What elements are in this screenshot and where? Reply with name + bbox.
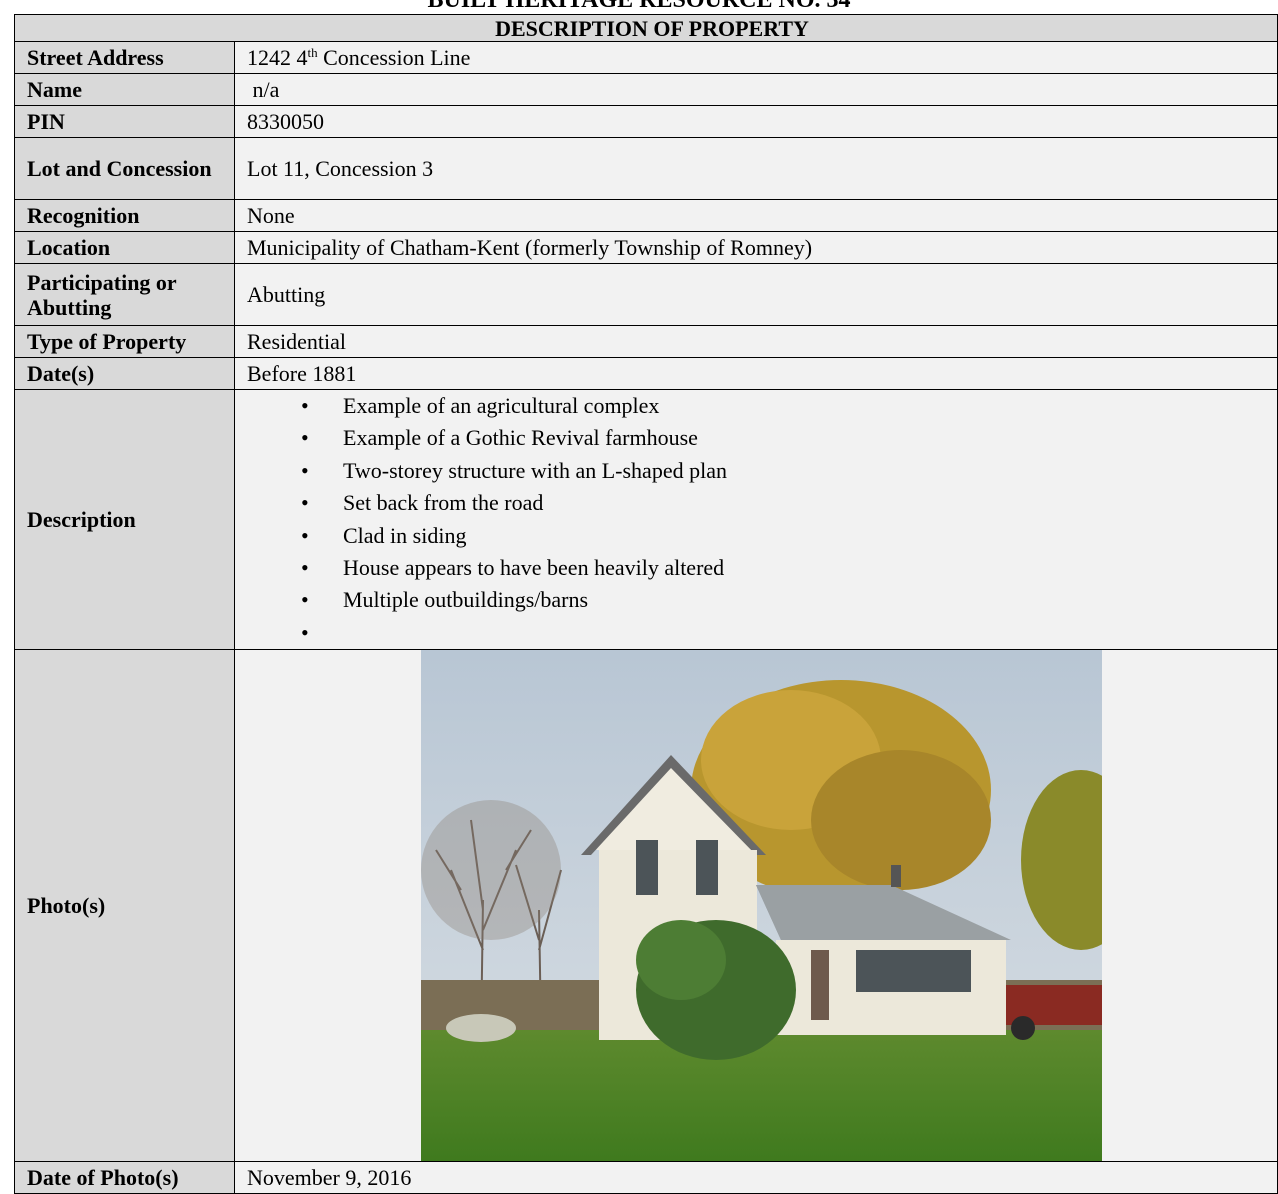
description-list: • Example of an agricultural complex • Exa… <box>247 390 1277 649</box>
bullet-icon: • <box>301 587 309 613</box>
bullet-icon: • <box>301 522 309 548</box>
farmhouse-photo <box>421 650 1102 1162</box>
list-item: • Two-storey structure with an L-shaped p… <box>301 455 1277 487</box>
dates-value: Before 1881 <box>234 357 1278 390</box>
lot-concession-label: Lot and Concession <box>14 137 235 200</box>
location-value: Municipality of Chatham-Kent (formerly T… <box>234 231 1278 264</box>
street-address-street: Concession Line <box>317 45 471 70</box>
recognition-label: Recognition <box>14 199 235 232</box>
location-label: Location <box>14 231 235 264</box>
dates-label: Date(s) <box>14 357 235 390</box>
list-item: • House appears to have been heavily alte… <box>301 552 1277 584</box>
table-header-row: DESCRIPTION OF PROPERTY <box>14 14 1278 42</box>
table-row: Location Municipality of Chatham-Kent (f… <box>14 231 1278 264</box>
list-item: • Set back from the road <box>301 487 1277 519</box>
document-title: BUILT HERITAGE RESOURCE NO. 34 <box>427 0 851 13</box>
list-item: • Multiple outbuildings/barns <box>301 584 1277 616</box>
street-address-value: 1242 4th Concession Line <box>234 41 1278 74</box>
name-label: Name <box>14 73 235 106</box>
bullet-icon: • <box>301 425 309 451</box>
table-row: Date of Photo(s) November 9, 2016 <box>14 1161 1278 1194</box>
photos-label: Photo(s) <box>14 649 235 1163</box>
name-value: n/a <box>234 73 1278 106</box>
recognition-value: None <box>234 199 1278 232</box>
table-row: Lot and Concession Lot 11, Concession 3 <box>14 137 1278 200</box>
description-label: Description <box>14 388 235 651</box>
bullet-icon: • <box>301 393 309 418</box>
table-row: Type of Property Residential <box>14 325 1278 358</box>
table-row: Photo(s) <box>14 649 1278 1163</box>
bullet-icon: • <box>301 619 309 645</box>
table-row: Participating or Abutting Abutting <box>14 263 1278 326</box>
pin-label: PIN <box>14 105 235 138</box>
table-header: DESCRIPTION OF PROPERTY <box>14 14 1278 42</box>
street-address-label: Street Address <box>14 41 235 74</box>
lot-concession-value: Lot 11, Concession 3 <box>234 137 1278 200</box>
street-address-superscript: th <box>307 45 318 60</box>
street-address-number: 1242 4 <box>247 45 308 70</box>
participating-value: Abutting <box>234 263 1278 326</box>
table-row: Description • Example of an agricultural … <box>14 388 1278 651</box>
type-of-property-value: Residential <box>234 325 1278 358</box>
table-row: Street Address 1242 4th Concession Line <box>14 41 1278 74</box>
list-item: • Clad in siding <box>301 520 1277 552</box>
bullet-icon: • <box>301 457 309 483</box>
table-row: Date(s) Before 1881 <box>14 357 1278 390</box>
table-row: PIN 8330050 <box>14 105 1278 138</box>
photo-date-label: Date of Photo(s) <box>14 1161 235 1194</box>
photos-value <box>234 649 1278 1163</box>
pin-value: 8330050 <box>234 105 1278 138</box>
list-item: • <box>301 617 1277 649</box>
list-item: • Example of an agricultural complex <box>301 390 1277 422</box>
photo-date-value: November 9, 2016 <box>234 1161 1278 1194</box>
list-item: • Example of a Gothic Revival farmhouse <box>301 422 1277 454</box>
description-value: • Example of an agricultural complex • Exa… <box>234 388 1278 651</box>
table-row: Recognition None <box>14 199 1278 232</box>
type-of-property-label: Type of Property <box>14 325 235 358</box>
table-row: Name n/a <box>14 73 1278 106</box>
bullet-icon: • <box>301 554 309 580</box>
bullet-icon: • <box>301 490 309 516</box>
participating-label: Participating or Abutting <box>14 263 235 326</box>
property-table: DESCRIPTION OF PROPERTY Street Address 1… <box>14 14 1278 1194</box>
